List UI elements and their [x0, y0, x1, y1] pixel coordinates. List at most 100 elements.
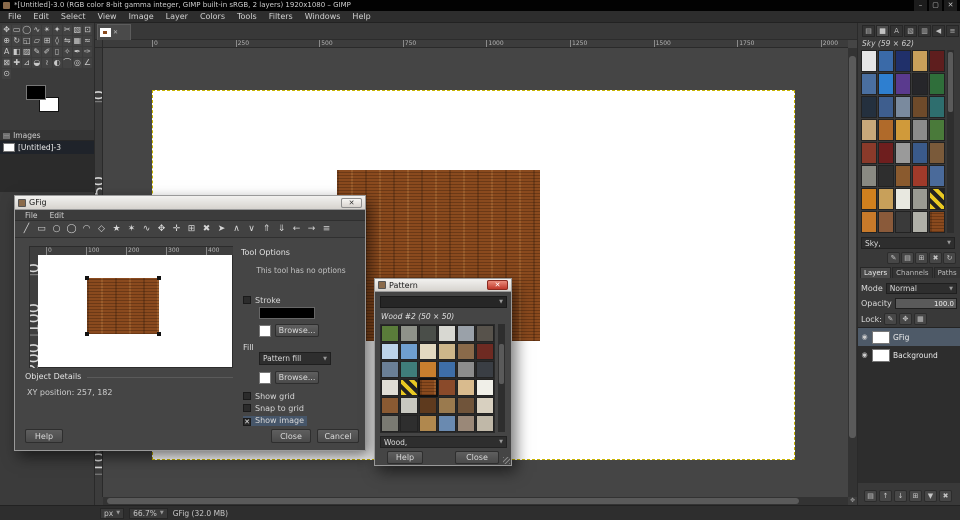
pattern-swatch[interactable]: [419, 325, 437, 342]
pattern-swatch[interactable]: [381, 379, 399, 396]
tool-paintbrush-icon[interactable]: ✐: [42, 47, 52, 57]
pattern-swatch[interactable]: [381, 397, 399, 414]
sky-swatch[interactable]: [912, 73, 928, 95]
stroke-color-button[interactable]: [259, 307, 315, 319]
horizontal-scrollbar[interactable]: [103, 497, 848, 505]
tool-paths-icon[interactable]: ⌒: [62, 58, 72, 68]
pattern-swatch[interactable]: [419, 361, 437, 378]
tool-heal-icon[interactable]: ✚: [12, 58, 22, 68]
show-grid-checkbox[interactable]: [243, 392, 251, 400]
pattern-swatch[interactable]: [400, 361, 418, 378]
tool-perspective-icon[interactable]: ◊: [52, 36, 62, 46]
menu-colors[interactable]: Colors: [194, 11, 231, 23]
gfig-lower-icon[interactable]: ∨: [244, 224, 259, 234]
tab-layers[interactable]: Layers: [860, 267, 892, 278]
menu-layer[interactable]: Layer: [160, 11, 194, 23]
tool-rotate-icon[interactable]: ↻: [12, 36, 22, 46]
pattern-swatch[interactable]: [419, 343, 437, 360]
pattern-swatch[interactable]: [400, 343, 418, 360]
fill-type-select[interactable]: Pattern fill ▼: [259, 352, 331, 365]
sky-swatch[interactable]: [878, 142, 894, 164]
tool-eraser-icon[interactable]: ▯: [52, 47, 62, 57]
pattern-swatch[interactable]: [438, 415, 456, 432]
menu-tools[interactable]: Tools: [231, 11, 263, 23]
pattern-swatch[interactable]: [419, 397, 437, 414]
fill-pattern-swatch[interactable]: [259, 371, 271, 384]
pattern-tag-filter[interactable]: Sky, ▼: [861, 237, 955, 249]
duplicate-layer-icon[interactable]: ⊞: [909, 490, 922, 502]
ruler-corner[interactable]: [95, 40, 103, 48]
sky-swatch[interactable]: [895, 96, 911, 118]
mode-select[interactable]: Normal ▼: [885, 283, 957, 294]
pattern-swatch[interactable]: [438, 397, 456, 414]
sky-swatch[interactable]: [895, 211, 911, 233]
pattern-swatch[interactable]: [419, 415, 437, 432]
sky-swatch[interactable]: [912, 165, 928, 187]
sky-swatch[interactable]: [912, 119, 928, 141]
anchor-layer-icon[interactable]: ▼: [924, 490, 937, 502]
tool-ellipse-select-icon[interactable]: ◯: [22, 25, 32, 35]
menu-edit[interactable]: Edit: [27, 11, 55, 23]
stroke-checkbox-row[interactable]: Stroke: [243, 296, 281, 305]
dock-tab-gradients-icon[interactable]: ▧: [904, 25, 917, 37]
delete-layer-icon[interactable]: ✖: [939, 490, 952, 502]
refresh-patterns-icon[interactable]: ↻: [943, 252, 956, 264]
gfig-line-icon[interactable]: ╱: [19, 224, 34, 234]
dock-tab-patterns-icon[interactable]: ▦: [876, 25, 889, 37]
gfig-move-point-icon[interactable]: ✛: [169, 224, 184, 234]
pattern-swatch[interactable]: [476, 325, 494, 342]
edit-pattern-icon[interactable]: ✎: [887, 252, 900, 264]
gfig-close-icon[interactable]: ✕: [341, 197, 362, 208]
show-grid-row[interactable]: Show grid: [243, 392, 295, 401]
tool-fuzzy-select-icon[interactable]: ✴: [42, 25, 52, 35]
tool-select-by-color-icon[interactable]: ✦: [52, 25, 62, 35]
dock-tab-document-history-icon[interactable]: ▥: [918, 25, 931, 37]
tab-close-icon[interactable]: ✕: [113, 29, 118, 36]
delete-pattern-icon[interactable]: ✖: [929, 252, 942, 264]
pattern-swatch[interactable]: [476, 415, 494, 432]
pattern-swatch[interactable]: [381, 325, 399, 342]
gfig-preview[interactable]: 0 100 200 300 400 0 100 200: [29, 246, 233, 368]
sky-swatch[interactable]: [929, 211, 945, 233]
tool-zoom-icon[interactable]: ⊙: [2, 69, 12, 79]
object-handle[interactable]: [85, 276, 89, 280]
tab-paths[interactable]: Paths: [933, 267, 960, 278]
object-handle[interactable]: [157, 276, 161, 280]
sky-swatch[interactable]: [861, 165, 877, 187]
image-list-item[interactable]: [Untitled]-3: [0, 141, 94, 154]
gfig-bezier-icon[interactable]: ∿: [139, 224, 154, 234]
tool-crop-icon[interactable]: ⊡: [82, 25, 92, 35]
tool-rect-select-icon[interactable]: ▭: [12, 25, 22, 35]
pattern-tag-combo[interactable]: Wood, ▼: [380, 436, 507, 448]
gfig-show-all-icon[interactable]: ≡: [319, 224, 334, 234]
navigation-button[interactable]: ✥: [848, 497, 857, 505]
tool-clone-icon[interactable]: ⊠: [2, 58, 12, 68]
snap-to-grid-checkbox[interactable]: [243, 404, 251, 412]
pattern-swatch[interactable]: [476, 397, 494, 414]
sky-swatch[interactable]: [929, 142, 945, 164]
patterns-scrollbar-thumb[interactable]: [948, 52, 953, 112]
vertical-scrollbar[interactable]: [848, 48, 857, 497]
sky-swatch[interactable]: [861, 142, 877, 164]
menu-select[interactable]: Select: [55, 11, 92, 23]
sky-swatch[interactable]: [912, 211, 928, 233]
sky-swatch[interactable]: [861, 73, 877, 95]
pattern-swatch[interactable]: [457, 361, 475, 378]
opacity-slider[interactable]: 100.0: [894, 298, 957, 309]
tool-cage-transform-icon[interactable]: ▦: [72, 36, 82, 46]
sky-swatch[interactable]: [878, 211, 894, 233]
gfig-move-object-icon[interactable]: ✥: [154, 224, 169, 234]
lower-layer-icon[interactable]: ↓: [894, 490, 907, 502]
snap-to-grid-row[interactable]: Snap to grid: [243, 404, 304, 413]
vertical-scrollbar-thumb[interactable]: [849, 56, 856, 438]
object-handle[interactable]: [85, 332, 89, 336]
sky-swatch[interactable]: [895, 188, 911, 210]
object-handle[interactable]: [157, 332, 161, 336]
zoom-select[interactable]: 66.7% ▼: [129, 507, 168, 519]
sky-swatch[interactable]: [861, 211, 877, 233]
resize-grip[interactable]: [503, 457, 510, 464]
pattern-swatch[interactable]: [400, 325, 418, 342]
tool-dodge-burn-icon[interactable]: ◐: [52, 58, 62, 68]
tool-free-select-icon[interactable]: ∿: [32, 25, 42, 35]
pattern-swatch[interactable]: [400, 379, 418, 396]
